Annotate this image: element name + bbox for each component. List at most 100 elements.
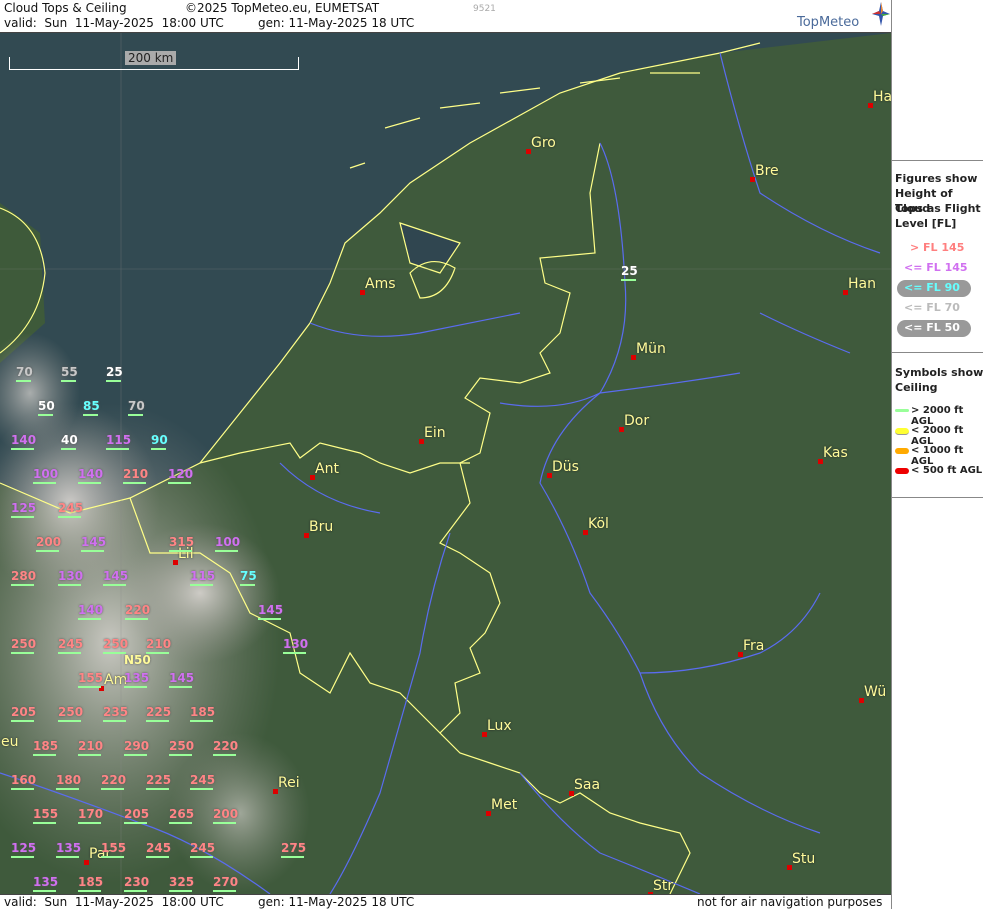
ceiling-symbol [124,754,147,756]
figures-heading-1: Figures show [895,172,978,185]
cloud-top-value: 250 [169,739,195,753]
satellite-map[interactable]: 200 km Gro Bre Ha Ams Han Mün Dor Ein Ant Düs Kas B… [0,33,891,894]
ceiling-symbol [11,652,34,654]
legend-fl-50: <= FL 50 [904,321,960,334]
ceiling-symbol [11,856,34,858]
ceiling-symbol [81,550,104,552]
ceiling-symbol [125,618,148,620]
city-label-rei: Rei [278,775,300,791]
cloud-top-value: 40 [61,433,78,447]
cloud-top-value: 155 [33,807,59,821]
figures-heading-4: Level [FL] [895,217,957,230]
ceiling-symbol [58,584,81,586]
cloud-top-value: 145 [81,535,107,549]
ceiling-symbol [11,516,34,518]
ceiling-symbol [168,482,191,484]
city-label-lux: Lux [487,718,512,734]
ceiling-symbol [36,550,59,552]
figures-heading-3: Tops as Flight [895,202,981,215]
cloud-top-value: 250 [58,705,84,719]
ceiling-symbol [78,754,101,756]
city-label-bru: Bru [309,519,334,535]
ceiling-symbol [124,890,147,892]
ceiling-symbol [78,686,101,688]
city-label-eu: eu [1,734,19,750]
city-label-saa: Saa [574,777,601,793]
ceiling-symbol [124,686,147,688]
cloud-top-value: 210 [78,739,104,753]
image-code: 9521 [473,4,496,14]
ceiling-symbol [169,890,192,892]
cloud-top-value: 25 [106,365,123,379]
cloud-top-value: 135 [33,875,59,889]
cloud-top-value: 115 [190,569,216,583]
cloud-top-value: 145 [169,671,195,685]
ceiling-symbol [61,448,76,450]
ceiling-symbol [128,414,143,416]
ceiling-below-1000-label: < 1000 ft AGL [911,445,964,467]
ceiling-symbol [103,720,126,722]
cloud-top-value: 120 [168,467,194,481]
ceiling-symbol [146,788,169,790]
legend-fl-145: <= FL 145 [904,261,968,274]
cloud-top-value: 205 [11,705,37,719]
ceiling-symbol [58,720,81,722]
ceiling-symbol [213,822,236,824]
ceiling-symbol [103,652,126,654]
cloud-top-value: 205 [124,807,150,821]
ceiling-symbol [11,720,34,722]
cloud-top-value: 280 [11,569,37,583]
cloud-top-value: 180 [56,773,82,787]
cloud-top-value: 145 [103,569,129,583]
ceiling-symbol [58,652,81,654]
cloud-top-value: 245 [190,841,216,855]
cloud-top-value: 245 [58,501,84,515]
city-label-dor: Dor [624,413,650,429]
ceiling-above-2000-label: > 2000 ft AGL [911,405,964,427]
ceiling-symbol [33,754,56,756]
ceiling-symbol [169,822,192,824]
ceiling-symbol [83,414,98,416]
ceiling-symbol [283,652,306,654]
ceiling-symbol [258,618,281,620]
cloud-top-value: 70 [16,365,33,379]
map-footer: valid: Sun 11-May-2025 18:00 UTC gen: 11… [0,894,891,910]
cloud-top-value: 250 [103,637,129,651]
ceiling-below-2000-label: < 2000 ft AGL [911,425,964,447]
topmeteo-logo: TopMeteo [797,15,860,30]
cloud-top-value: 145 [258,603,284,617]
footer-generated-time: gen: 11-May-2025 18 UTC [258,895,415,909]
cloud-top-value: 90 [151,433,168,447]
ceiling-symbol [151,448,166,450]
city-label-bre: Bre [755,163,779,179]
cloud-top-value: 185 [33,739,59,753]
city-label-düs: Düs [552,459,579,475]
cloud-top-value: 290 [124,739,150,753]
cloud-top-value: 265 [169,807,195,821]
cloud-top-value: 230 [124,875,150,889]
cloud-top-value: 125 [11,501,37,515]
cloud-top-value: 170 [78,807,104,821]
compass-star-icon [872,2,890,26]
ceiling-symbol [16,380,31,382]
ceiling-symbol [56,856,79,858]
cloud-top-value: 130 [58,569,84,583]
cloud-top-value: 140 [78,467,104,481]
symbols-legend: Symbols show Ceiling > 2000 ft AGL < 200… [892,352,983,498]
ceiling-symbol [106,448,129,450]
cloud-top-value: 185 [190,705,216,719]
legend-panel: Figures show Height of Cloud Tops as Fli… [891,0,983,909]
ceiling-symbol [11,448,34,450]
ceiling-symbol [33,482,56,484]
ceiling-symbol [190,720,213,722]
cloud-top-value: 70 [128,399,145,413]
cloud-top-value: 220 [101,773,127,787]
ceiling-symbol [124,822,147,824]
ceiling-below-1000-symbol [895,448,909,454]
city-label-kas: Kas [823,445,848,461]
cloud-top-value: 245 [190,773,216,787]
ceiling-symbol [215,550,238,552]
ceiling-symbol [58,516,81,518]
symbols-heading-2: Ceiling [895,381,938,394]
ceiling-symbol [38,414,53,416]
